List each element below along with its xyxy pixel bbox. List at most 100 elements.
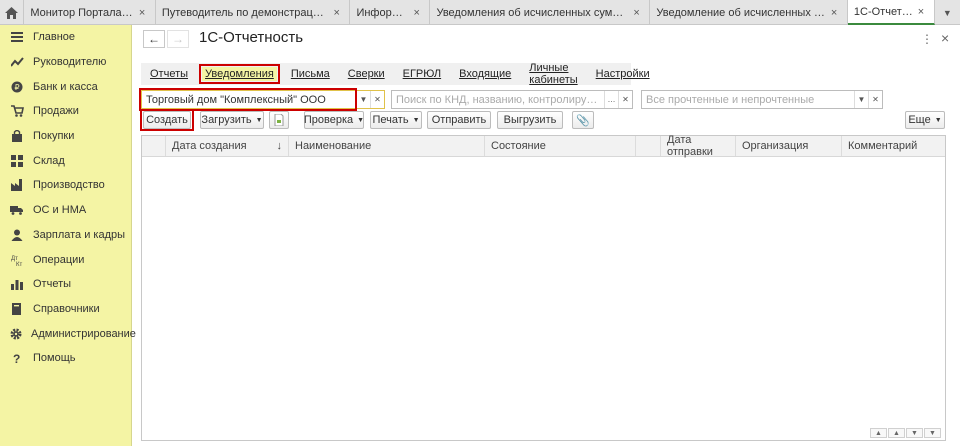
close-icon[interactable]: × [941, 30, 949, 46]
column-sent-date[interactable]: Дата отправки [660, 134, 735, 158]
forward-button[interactable]: → [167, 30, 189, 48]
file-icon [274, 114, 284, 126]
sidebar: Главное Руководителю ₽ Банк и касса Прод… [0, 25, 136, 446]
chevron-down-icon[interactable]: ▼ [854, 91, 868, 108]
sidebar-item-catalogs[interactable]: Справочники [0, 297, 131, 322]
menu-item-letters[interactable]: Письма [291, 68, 330, 80]
tab-its-monitor[interactable]: Монитор Портала 1С:ИТС× [24, 0, 156, 25]
sidebar-item-administration[interactable]: Администрирование [0, 321, 136, 346]
svg-text:Кт: Кт [16, 262, 22, 266]
upload-button[interactable]: Загрузить ▼ [200, 111, 264, 129]
column-created-date[interactable]: Дата создания ↓ [165, 136, 288, 156]
sidebar-item-sales[interactable]: Продажи [0, 99, 131, 124]
more-button[interactable]: Еще ▼ [905, 111, 945, 129]
gear-icon [10, 327, 22, 341]
print-button[interactable]: Печать ▼ [370, 111, 422, 129]
coin-icon: ₽ [10, 80, 24, 94]
menu-item-notifications[interactable]: Уведомления [199, 64, 280, 84]
more-vertical-icon[interactable]: ⋮ [921, 32, 933, 46]
tab-1c-reporting[interactable]: 1С-Отчетность× [847, 0, 935, 25]
column-name[interactable]: Наименование [288, 136, 484, 156]
chevron-down-icon[interactable]: ▼ [356, 91, 370, 108]
sidebar-item-production[interactable]: Производство [0, 173, 131, 198]
truck-icon [10, 203, 24, 217]
sidebar-item-warehouse[interactable]: Склад [0, 148, 131, 173]
close-icon[interactable]: × [139, 7, 149, 19]
chevron-down-icon: ▼ [357, 116, 365, 124]
main-area: ← → 1С-Отчетность ⋮ × Отчеты Уведомления… [133, 25, 960, 446]
close-icon[interactable]: × [633, 7, 643, 19]
sidebar-item-payroll[interactable]: Зарплата и кадры [0, 223, 131, 248]
sidebar-item-reports[interactable]: Отчеты [0, 272, 131, 297]
chevron-down-icon: ▼ [255, 116, 263, 124]
column-organization[interactable]: Организация [735, 136, 841, 156]
close-icon[interactable]: × [413, 7, 423, 19]
check-button[interactable]: Проверка ▼ [304, 111, 364, 129]
menu-icon [10, 30, 24, 44]
upload-file-button[interactable] [269, 111, 289, 129]
sidebar-item-help[interactable]: ? Помощь [0, 346, 131, 371]
warehouse-icon [10, 154, 24, 168]
table-scroll-controls: ▲ ▲ ▼ ▼ [869, 428, 941, 438]
trend-icon [10, 55, 24, 69]
svg-text:₽: ₽ [14, 83, 19, 92]
chevron-down-icon: ▼ [934, 116, 942, 124]
page-title: 1С-Отчетность [199, 29, 304, 46]
sidebar-item-management[interactable]: Руководителю [0, 50, 131, 75]
book-icon [10, 302, 24, 316]
attach-button[interactable]: 📎 [572, 111, 594, 129]
clear-icon[interactable]: ✕ [618, 91, 632, 108]
scroll-bottom-icon[interactable]: ▼ [924, 428, 941, 438]
status-filter[interactable]: Все прочтенные и непрочтенные ▼ ✕ [641, 90, 883, 109]
sidebar-item-operations[interactable]: Дт Кт Операции [0, 247, 131, 272]
tab-notifications[interactable]: Уведомления об исчисленных суммах н... × [430, 0, 651, 25]
clear-icon[interactable]: ✕ [868, 91, 882, 108]
sidebar-item-bank[interactable]: ₽ Банк и касса [0, 74, 131, 99]
sidebar-item-fixed-assets[interactable]: ОС и НМА [0, 198, 131, 223]
tabs-dropdown-icon[interactable]: ▼ [935, 0, 960, 25]
ellipsis-icon[interactable]: … [604, 91, 618, 108]
factory-icon [10, 178, 24, 192]
close-icon[interactable]: × [831, 7, 841, 19]
column-status[interactable]: Состояние [484, 136, 635, 156]
menu-item-settings[interactable]: Настройки [596, 68, 650, 80]
svg-text:?: ? [13, 352, 20, 364]
arrow-right-icon: → [172, 32, 184, 46]
cart-icon [10, 104, 24, 118]
tab-information[interactable]: Информация× [350, 0, 431, 25]
menu-item-accounts[interactable]: Личные кабинеты [529, 62, 577, 86]
chevron-down-icon: ▼ [412, 116, 420, 124]
create-button[interactable]: Создать [143, 111, 191, 129]
table-header: Дата создания ↓ Наименование Состояние Да… [142, 134, 945, 158]
close-icon[interactable]: × [333, 7, 343, 19]
scroll-up-icon[interactable]: ▲ [888, 428, 905, 438]
scroll-top-icon[interactable]: ▲ [870, 428, 887, 438]
menu-item-egrul[interactable]: ЕГРЮЛ [403, 68, 441, 80]
sidebar-item-purchases[interactable]: Покупки [0, 124, 131, 149]
help-icon: ? [10, 351, 24, 365]
column-checkbox[interactable] [142, 136, 165, 156]
tab-notification[interactable]: Уведомление об исчисленных суммах н...× [650, 0, 848, 25]
scroll-down-icon[interactable]: ▼ [906, 428, 923, 438]
back-button[interactable]: ← [143, 30, 165, 48]
column-icon[interactable] [635, 136, 660, 156]
bag-icon [10, 129, 24, 143]
column-comment[interactable]: Комментарий [841, 136, 945, 156]
home-icon[interactable] [0, 0, 25, 25]
clear-icon[interactable]: ✕ [370, 91, 384, 108]
sidebar-item-main[interactable]: Главное [0, 25, 131, 50]
tab-demo-guide[interactable]: Путеводитель по демонстрационной базе× [156, 0, 351, 25]
person-icon [10, 228, 24, 242]
arrow-left-icon: ← [148, 32, 160, 46]
send-button[interactable]: Отправить [427, 111, 491, 129]
menu-item-reconciliations[interactable]: Сверки [348, 68, 385, 80]
export-button[interactable]: Выгрузить [497, 111, 563, 129]
close-icon[interactable]: × [918, 6, 928, 18]
notifications-table[interactable]: Дата создания ↓ Наименование Состояние Да… [141, 134, 946, 441]
menu-item-incoming[interactable]: Входящие [459, 68, 511, 80]
sort-arrow-icon: ↓ [276, 140, 283, 152]
menu-item-reports[interactable]: Отчеты [150, 68, 188, 80]
paperclip-icon: 📎 [576, 114, 590, 127]
search-input[interactable]: Поиск по КНД, названию, контролирующему … [391, 90, 633, 109]
organization-field[interactable]: Торговый дом "Комплексный" ООО ▼ ✕ [141, 90, 385, 109]
